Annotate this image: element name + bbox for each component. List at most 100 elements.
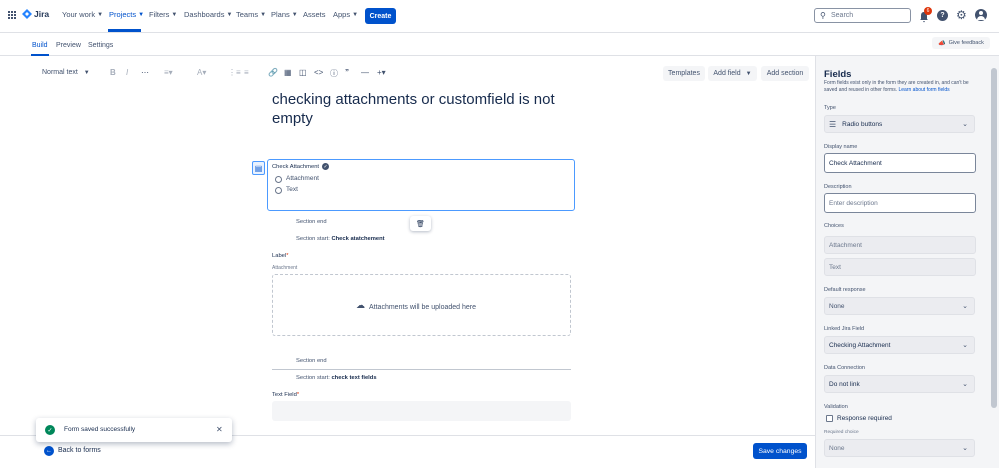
data-connection-value: Do not link [829,380,860,388]
nav-label: Plans [271,10,290,19]
section-start-label[interactable]: Section start: check text fields [296,375,377,381]
data-connection-select[interactable]: Do not link ⌄ [824,375,975,393]
tab-settings[interactable]: Settings [88,42,113,49]
chevron-down-icon: ▼ [745,70,752,77]
add-section-button[interactable]: Add section [761,66,809,81]
panel-scrollbar-thumb[interactable] [991,68,997,408]
text-field-input[interactable] [272,401,571,421]
code-icon[interactable]: <> [314,68,323,77]
table-icon[interactable]: ▦ [284,68,292,77]
choice-field: Attachment [824,236,976,254]
chevron-down-icon: ▼ [260,11,267,18]
validation-label: Validation [824,404,848,410]
divider-icon[interactable]: — [361,68,369,77]
nav-filters[interactable]: Filters ▼ [149,10,177,19]
default-response-select[interactable]: None ⌄ [824,297,975,315]
text-field-title: Text Field* [272,392,299,398]
drag-handle-icon[interactable]: ▤ [252,161,265,175]
display-name-label: Display name [824,144,858,150]
text-color-icon[interactable]: A▾ [197,68,206,77]
nav-dashboards[interactable]: Dashboards ▼ [184,10,232,19]
tab-build[interactable]: Build [32,42,48,49]
search-input[interactable]: ⚲ Search [814,8,911,23]
back-arrow-icon[interactable]: ← [44,446,54,456]
description-field[interactable]: Enter description [824,193,976,213]
radio-option-text[interactable] [275,187,282,194]
info-icon[interactable]: ⓘ [330,68,338,79]
gear-icon[interactable]: ⚙ [956,8,967,22]
bullet-list-icon[interactable]: ⋮≡ [228,68,241,77]
delete-field-button[interactable]: 🗑 [410,216,431,231]
nav-assets[interactable]: Assets [303,10,326,19]
nav-apps[interactable]: Apps ▼ [333,10,358,19]
create-button[interactable]: Create [365,8,396,24]
tab-preview[interactable]: Preview [56,42,81,49]
type-select[interactable]: ☰ Radio buttons ⌄ [824,115,975,133]
nav-your-work[interactable]: Your work ▼ [62,10,103,19]
field-header: Check Attachment ✓ [272,163,330,170]
section-start-name: Check atatchement [331,236,385,242]
help-icon[interactable]: ? [937,10,948,21]
linked-field-select[interactable]: Checking Attachment ⌄ [824,336,975,354]
insert-plus-icon[interactable]: +▾ [377,68,386,77]
search-placeholder: Search [831,12,854,19]
numbered-list-icon[interactable]: ≡ [244,68,249,77]
text-field-title-text: Text Field [272,392,297,398]
radio-field-card[interactable]: Check Attachment ✓ Attachment Text [267,159,575,211]
layout-icon[interactable]: ◫ [299,68,307,77]
learn-more-link[interactable]: Learn about form fields [899,87,950,93]
give-feedback-label: Give feedback [948,40,984,46]
display-name-field[interactable]: Check Attachment [824,153,976,173]
notifications-button[interactable]: 6 [919,7,932,23]
nav-projects[interactable]: Projects ▼ [109,10,144,19]
chevron-down-icon: ⌄ [962,445,968,452]
section-end-label: Section end [296,358,327,364]
align-icon[interactable]: ≡▾ [164,68,173,77]
chevron-down-icon: ▼ [171,11,178,18]
chevron-down-icon: ▼ [352,11,359,18]
panel-description: Form fields exist only in the form they … [824,80,979,94]
nav-label: Your work [62,10,96,19]
close-icon[interactable]: ✕ [216,425,223,434]
chevron-down-icon: ▼ [97,11,104,18]
notification-badge: 6 [924,7,932,15]
templates-button[interactable]: Templates [663,66,705,81]
fields-panel: Fields Form fields exist only in the for… [815,56,999,468]
radio-list-icon: ☰ [829,119,837,129]
back-to-forms-link[interactable]: Back to forms [58,447,101,454]
radio-option-attachment[interactable] [275,176,282,183]
jira-logo[interactable]: Jira [22,9,49,19]
linked-field-label: Linked Jira Field [824,326,865,332]
required-asterisk: * [296,392,300,398]
app-switcher-icon[interactable] [8,11,16,19]
avatar[interactable] [975,9,987,21]
italic-icon[interactable]: I [126,68,128,77]
text-style-label: Normal text [42,69,78,76]
chevron-down-icon: ⌄ [962,121,968,128]
bold-icon[interactable]: B [110,68,116,77]
give-feedback-button[interactable]: 📣 Give feedback [932,37,990,49]
nav-teams[interactable]: Teams ▼ [236,10,266,19]
data-connection-label: Data Connection [824,365,865,371]
add-field-button[interactable]: Add field ▼ [708,66,757,81]
form-title[interactable]: checking attachments or customfield is n… [272,90,572,128]
nav-plans[interactable]: Plans ▼ [271,10,298,19]
save-changes-button[interactable]: Save changes [753,443,807,459]
form-builder-tabs: Build Preview Settings [0,34,999,56]
more-formatting-icon[interactable]: ⋯ [141,68,149,77]
nav-label: Filters [149,10,170,19]
response-required-label: Response required [837,415,892,422]
nav-label: Dashboards [184,10,225,19]
section-start-label[interactable]: Section start: Check atatchement [296,236,385,242]
quote-icon[interactable]: ” [345,68,349,77]
success-toast: ✓ Form saved successfully ✕ [36,418,232,442]
search-icon: ⚲ [820,11,826,20]
choices-label: Choices [824,223,844,229]
chevron-down-icon: ▼ [291,11,298,18]
attachment-drop-text: Attachments will be uploaded here [369,304,477,311]
link-icon[interactable]: 🔗 [268,68,278,77]
section-start-prefix: Section start: [296,375,332,381]
response-required-checkbox[interactable] [826,415,833,422]
text-style-dropdown[interactable]: Normal text ▼ [42,69,90,76]
required-choice-select[interactable]: None ⌄ [824,439,975,457]
